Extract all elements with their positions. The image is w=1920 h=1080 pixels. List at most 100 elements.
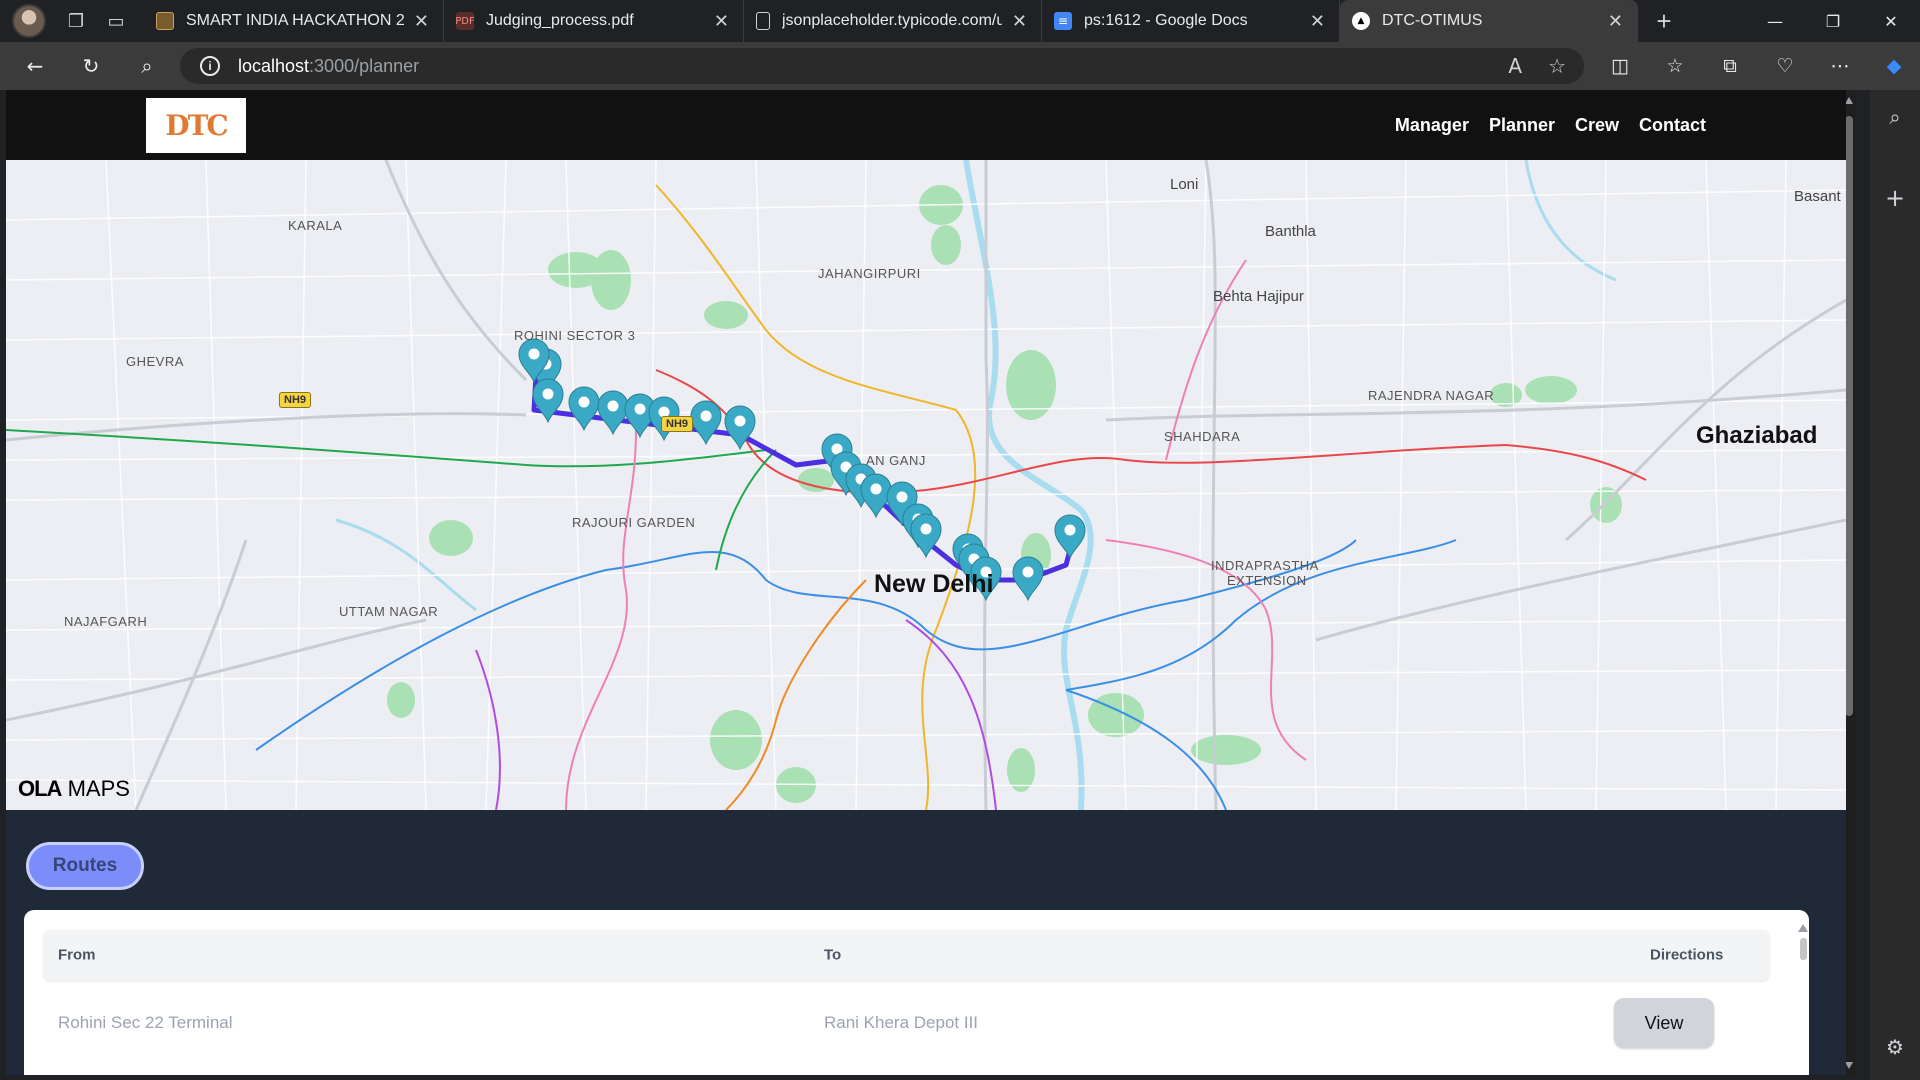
reload-icon[interactable]: ↻ (68, 46, 114, 86)
stop-marker-icon[interactable] (532, 378, 564, 424)
back-icon[interactable]: ← (12, 46, 58, 86)
tab-dtc-otimus[interactable]: ▲ DTC-OTIMUS ✕ (1340, 0, 1638, 42)
collections-icon[interactable]: ⧉ (1710, 46, 1750, 86)
nav-manager[interactable]: Manager (1395, 115, 1469, 136)
tab-title: DTC-OTIMUS (1382, 12, 1483, 29)
nh9-shield: NH9 (661, 416, 694, 432)
label-uttam-nagar: UTTAM NAGAR (339, 604, 439, 619)
label-basant: Basant (1794, 188, 1841, 205)
stop-marker-icon[interactable] (1054, 514, 1086, 560)
label-ghevra: GHEVRA (126, 354, 184, 369)
label-karala: KARALA (288, 218, 343, 233)
cell-from: Rohini Sec 22 Terminal (58, 1013, 233, 1032)
pdf-icon: PDF (455, 12, 475, 30)
label-shahdara: SHAHDARA (1164, 429, 1241, 444)
app-page: DTC Manager Planner Crew Contact KARALA … (6, 90, 1846, 1075)
nav-contact[interactable]: Contact (1639, 115, 1706, 136)
tab-sih[interactable]: SMART INDIA HACKATHON 2024 ✕ (144, 0, 444, 42)
tab-title: Judging_process.pdf (486, 12, 634, 29)
close-tab-icon[interactable]: ✕ (1012, 11, 1027, 32)
minimize-icon[interactable]: — (1746, 0, 1804, 42)
docs-icon: ≡ (1054, 12, 1072, 30)
window-controls: — ❐ ✕ (1746, 0, 1920, 42)
new-tab-icon[interactable]: + (1644, 1, 1684, 41)
label-rajouri: RAJOURI GARDEN (572, 515, 696, 530)
label-new-delhi: New Delhi (874, 570, 994, 598)
nav-planner[interactable]: Planner (1489, 115, 1555, 136)
tab-jsonplaceholder[interactable]: jsonplaceholder.typicode.com/us ✕ (744, 0, 1042, 42)
close-tab-icon[interactable]: ✕ (714, 11, 729, 32)
tab-title: jsonplaceholder.typicode.com/us (782, 12, 1002, 29)
close-tab-icon[interactable]: ✕ (1310, 11, 1325, 32)
table-row: Rohini Sec 22 Terminal Rani Khera Depot … (44, 988, 1769, 1058)
url-bar[interactable]: i localhost:3000/planner A ☆ (180, 48, 1584, 84)
settings-gear-icon[interactable]: ⚙ (1880, 1032, 1910, 1062)
label-rajendra: RAJENDRA NAGAR (1368, 388, 1495, 403)
app-navbar: DTC Manager Planner Crew Contact (6, 90, 1846, 160)
site-info-icon[interactable]: i (200, 56, 220, 76)
stop-marker-icon[interactable] (910, 513, 942, 559)
label-banthla: Banthla (1265, 223, 1316, 240)
label-loni: Loni (1170, 176, 1199, 193)
close-tab-icon[interactable]: ✕ (1608, 11, 1623, 32)
label-rohini: ROHINI SECTOR 3 (514, 328, 636, 343)
tab-title: ps:1612 - Google Docs (1084, 12, 1248, 29)
routes-button[interactable]: Routes (26, 842, 144, 890)
header-from: From (58, 946, 96, 964)
stop-marker-icon[interactable] (860, 473, 892, 519)
routes-table: From To Directions Rohini Sec 22 Termina… (24, 910, 1809, 1075)
dtc-logo[interactable]: DTC (146, 98, 246, 153)
favorites-icon[interactable]: ☆ (1655, 46, 1695, 86)
stop-markers (518, 338, 1086, 602)
table-scrollbar[interactable] (1796, 920, 1810, 1075)
stop-marker-icon[interactable] (597, 390, 629, 436)
ola-maps-bold: OLA (18, 776, 62, 801)
split-screen-icon[interactable]: ◫ (1600, 46, 1640, 86)
stop-marker-icon[interactable] (690, 400, 722, 446)
sidebar-search-icon[interactable]: ⌕ (1880, 102, 1910, 132)
stop-marker-icon[interactable] (724, 405, 756, 451)
nav-crew[interactable]: Crew (1575, 115, 1619, 136)
photo-icon (156, 12, 174, 30)
label-indraprastha: INDRAPRASTHA (1211, 558, 1319, 573)
stop-marker-icon[interactable] (568, 386, 600, 432)
stop-marker-icon[interactable] (1012, 556, 1044, 602)
view-button[interactable]: View (1614, 998, 1714, 1048)
sidebar-add-icon[interactable]: + (1880, 183, 1910, 213)
tab-judging-pdf[interactable]: PDF Judging_process.pdf ✕ (444, 0, 744, 42)
header-to: To (824, 946, 842, 964)
label-najafgarh: NAJAFGARH (64, 614, 148, 629)
ola-maps-logo: OLA MAPS (18, 776, 130, 802)
table-header: From To Directions (44, 930, 1769, 980)
read-aloud-icon[interactable]: A (1508, 54, 1522, 78)
label-indraprastha-ext: EXTENSION (1227, 573, 1307, 588)
more-menu-icon[interactable]: ⋯ (1820, 46, 1860, 86)
close-tab-icon[interactable]: ✕ (414, 11, 429, 32)
route-map[interactable]: KARALA GHEVRA ROHINI SECTOR 3 JAHANGIRPU… (6, 160, 1846, 810)
browser-tab-bar: ❐ ▭ SMART INDIA HACKATHON 2024 ✕ PDF Jud… (0, 0, 1920, 42)
nav-links: Manager Planner Crew Contact (1395, 90, 1706, 160)
browser-essentials-icon[interactable]: ♡ (1765, 46, 1805, 86)
url-path: :3000/planner (309, 55, 420, 76)
browser-sidebar: ⌕ + ⚙ (1870, 90, 1920, 1080)
close-window-icon[interactable]: ✕ (1862, 0, 1920, 42)
ola-maps-light: MAPS (67, 776, 130, 801)
url-host: localhost (238, 55, 310, 76)
copilot-icon[interactable]: ◆ (1874, 46, 1914, 86)
label-ghaziabad: Ghaziabad (1696, 422, 1818, 449)
profile-avatar[interactable] (12, 4, 46, 38)
tab-title: SMART INDIA HACKATHON 2024 (186, 12, 404, 29)
nh9-shield: NH9 (279, 392, 312, 408)
tab-actions-icon[interactable]: ▭ (96, 1, 136, 41)
restore-icon[interactable]: ❐ (1804, 0, 1862, 42)
tab-google-docs[interactable]: ≡ ps:1612 - Google Docs ✕ (1042, 0, 1340, 42)
favorite-star-icon[interactable]: ☆ (1548, 54, 1566, 78)
label-behta: Behta Hajipur (1213, 288, 1304, 305)
label-jahangirpuri: JAHANGIRPURI (818, 266, 921, 281)
workspaces-icon[interactable]: ❐ (56, 1, 96, 41)
label-ganj: AN GANJ (866, 453, 926, 468)
page-icon (756, 12, 770, 30)
header-directions: Directions (1650, 946, 1724, 964)
search-icon[interactable]: ⌕ (124, 46, 170, 86)
cell-to: Rani Khera Depot III (824, 1013, 979, 1032)
